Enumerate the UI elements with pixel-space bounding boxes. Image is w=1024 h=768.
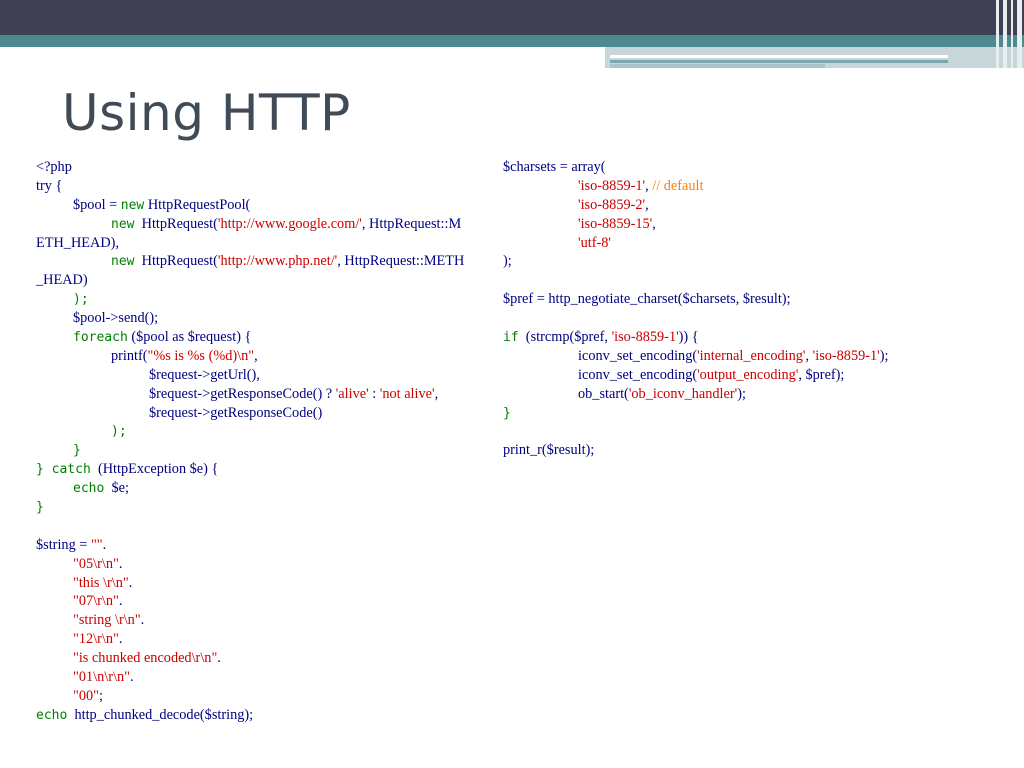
white-rule xyxy=(610,55,948,58)
code-line: try { xyxy=(36,177,63,194)
code-line: "01\n\r\n". xyxy=(73,669,134,686)
slide-title: Using HTTP xyxy=(62,84,351,142)
code-line: new HttpRequest('http://www.google.com/'… xyxy=(111,215,462,232)
code-line: $charsets = array( xyxy=(503,159,606,175)
code-line: $request->getResponseCode() xyxy=(149,404,323,421)
teal-rule xyxy=(610,60,948,63)
code-line: "07\r\n". xyxy=(73,593,123,610)
pale-teal-rule xyxy=(610,64,825,68)
code-line: "12\r\n". xyxy=(73,631,123,648)
code-line: echo $e; xyxy=(73,480,129,497)
code-line: } xyxy=(503,405,511,421)
code-line: iconv_set_encoding('output_encoding', $p… xyxy=(578,366,845,383)
code-line: ); xyxy=(73,292,89,308)
code-line: new HttpRequest('http://www.php.net/', H… xyxy=(111,253,465,270)
code-block-right: $charsets = array( 'iso-8859-1', // defa… xyxy=(503,158,1018,460)
code-line: } xyxy=(36,500,44,516)
code-line: ); xyxy=(111,424,127,440)
code-line: "is chunked encoded\r\n". xyxy=(73,650,221,667)
code-line: echo http_chunked_decode($string); xyxy=(36,706,254,723)
code-line: iconv_set_encoding('internal_encoding', … xyxy=(578,347,889,364)
code-line: 'iso-8859-2', xyxy=(578,196,649,213)
code-line: foreach ($pool as $request) { xyxy=(73,329,252,346)
code-line: $request->getResponseCode() ? 'alive' : … xyxy=(149,385,439,402)
code-line: $pool->send(); xyxy=(73,310,159,327)
code-line: print_r($result); xyxy=(503,442,595,459)
code-line: if (strcmp($pref, 'iso-8859-1')) { xyxy=(503,329,699,346)
code-line: $string = "". xyxy=(36,536,107,553)
code-block-left: <?php try { $pool = new HttpRequestPool(… xyxy=(36,158,506,725)
top-bar xyxy=(0,0,1024,35)
code-line: printf("%s is %s (%d)\n", xyxy=(111,347,258,364)
code-line: "string \r\n". xyxy=(73,612,145,629)
code-line: <?php xyxy=(36,159,72,175)
code-line: ETH_HEAD), xyxy=(36,234,119,251)
code-line: ob_start('ob_iconv_handler'); xyxy=(578,385,746,402)
teal-stripe xyxy=(0,35,1024,47)
code-line: _HEAD) xyxy=(36,272,88,289)
code-line: "00"; xyxy=(73,687,103,704)
code-line: "05\r\n". xyxy=(73,555,123,572)
code-line: } catch (HttpException $e) { xyxy=(36,461,219,478)
code-line: 'iso-8859-15', xyxy=(578,215,656,232)
code-line: $pool = new HttpRequestPool( xyxy=(73,196,251,213)
code-line: $pref = http_negotiate_charset($charsets… xyxy=(503,291,791,308)
code-line: } xyxy=(73,443,81,459)
code-line: 'iso-8859-1', // default xyxy=(578,177,704,194)
code-line: 'utf-8' xyxy=(578,234,611,251)
code-line: "this \r\n". xyxy=(73,574,133,591)
code-line: $request->getUrl(), xyxy=(149,366,260,383)
vertical-stripes xyxy=(994,0,1024,68)
code-line: ); xyxy=(503,253,512,270)
